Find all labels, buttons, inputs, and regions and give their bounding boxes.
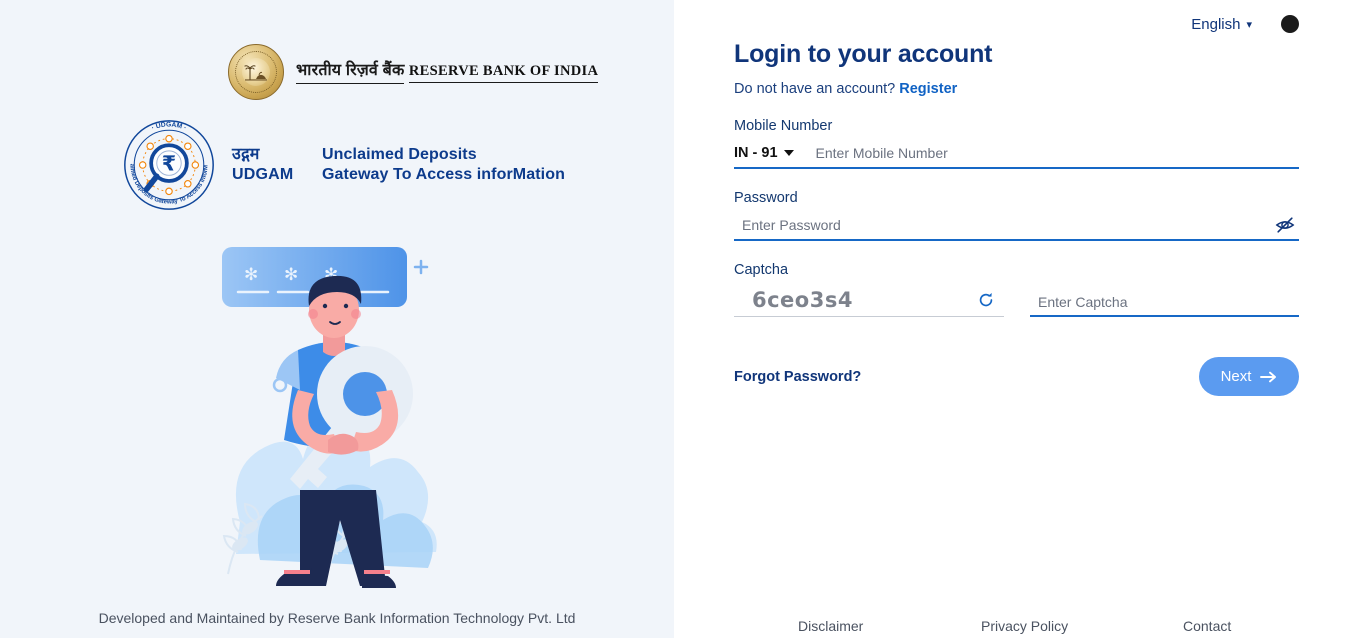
- password-label: Password: [734, 190, 798, 206]
- udgam-wordmark: उद्गम UDGAM: [232, 145, 294, 186]
- language-selector[interactable]: English ▾: [1191, 16, 1252, 33]
- arrow-right-icon: [1260, 371, 1277, 382]
- login-security-illustration: ✻ ✻ ✻: [222, 247, 437, 588]
- login-panel: English ▾ Login to your account Do not h…: [674, 0, 1358, 638]
- captcha-row: 6ceo3s4: [734, 283, 1299, 317]
- udgam-tagline-line2: Gateway To Access inforMation: [322, 166, 565, 183]
- udgam-emblem-icon: · UDGAM · Unclaimed Deposits Gateway To …: [122, 118, 214, 210]
- rbi-english-name: RESERVE BANK OF INDIA: [408, 63, 599, 83]
- next-button-label: Next: [1220, 368, 1252, 385]
- login-form: Login to your account Do not have an acc…: [734, 40, 1299, 396]
- footer-link-contact[interactable]: Contact: [1183, 618, 1231, 634]
- mobile-number-label: Mobile Number: [734, 118, 833, 134]
- login-page: भारतीय रिज़र्व बैंक RESERVE BANK OF INDI…: [0, 0, 1358, 638]
- udgam-tagline: Unclaimed Deposits Gateway To Access inf…: [322, 145, 565, 186]
- svg-text:✻: ✻: [284, 265, 298, 285]
- svg-text:✻: ✻: [244, 265, 258, 285]
- eye-off-icon[interactable]: [1273, 213, 1297, 237]
- mobile-number-row: IN - 91: [734, 139, 1299, 169]
- caret-down-icon: [783, 150, 794, 156]
- language-label: English: [1191, 15, 1241, 33]
- chevron-down-icon: ▾: [1246, 18, 1252, 31]
- password-row: [734, 211, 1299, 241]
- dark-mode-moon-icon[interactable]: [1280, 14, 1300, 34]
- rbi-logo: भारतीय रिज़र्व बैंक RESERVE BANK OF INDI…: [228, 44, 599, 100]
- next-button[interactable]: Next: [1199, 357, 1299, 396]
- top-bar: English ▾: [1191, 14, 1300, 34]
- udgam-word: UDGAM: [232, 166, 294, 183]
- captcha-input[interactable]: [1030, 289, 1299, 315]
- udgam-tagline-line1: Unclaimed Deposits: [322, 145, 477, 163]
- captcha-display: 6ceo3s4: [734, 283, 1004, 317]
- form-actions: Forgot Password? Next: [734, 357, 1299, 396]
- udgam-logo: · UDGAM · Unclaimed Deposits Gateway To …: [122, 118, 565, 212]
- register-link[interactable]: Register: [899, 81, 957, 97]
- captcha-label: Captcha: [734, 262, 789, 278]
- udgam-hindi-word: उद्गम: [232, 145, 260, 163]
- register-prompt: Do not have an account? Register: [734, 81, 1299, 97]
- footer-link-privacy-policy[interactable]: Privacy Policy: [981, 618, 1068, 634]
- rbi-seal-icon: [228, 44, 284, 100]
- branding-panel: भारतीय रिज़र्व बैंक RESERVE BANK OF INDI…: [0, 0, 674, 638]
- svg-text:₹: ₹: [162, 152, 176, 176]
- password-input[interactable]: [734, 211, 1273, 239]
- captcha-input-wrap: [1030, 283, 1299, 317]
- mobile-number-input[interactable]: [803, 139, 1299, 167]
- refresh-icon[interactable]: [974, 288, 998, 312]
- left-footer-credit: Developed and Maintained by Reserve Bank…: [98, 610, 576, 626]
- country-code-value: IN - 91: [734, 145, 778, 161]
- captcha-code: 6ceo3s4: [752, 287, 853, 312]
- country-code-selector[interactable]: IN - 91: [734, 145, 804, 161]
- no-account-text: Do not have an account?: [734, 81, 896, 97]
- rbi-hindi-name: भारतीय रिज़र्व बैंक: [296, 62, 405, 84]
- page-title: Login to your account: [734, 40, 993, 68]
- footer-link-disclaimer[interactable]: Disclaimer: [798, 618, 863, 634]
- forgot-password-link[interactable]: Forgot Password?: [734, 369, 861, 385]
